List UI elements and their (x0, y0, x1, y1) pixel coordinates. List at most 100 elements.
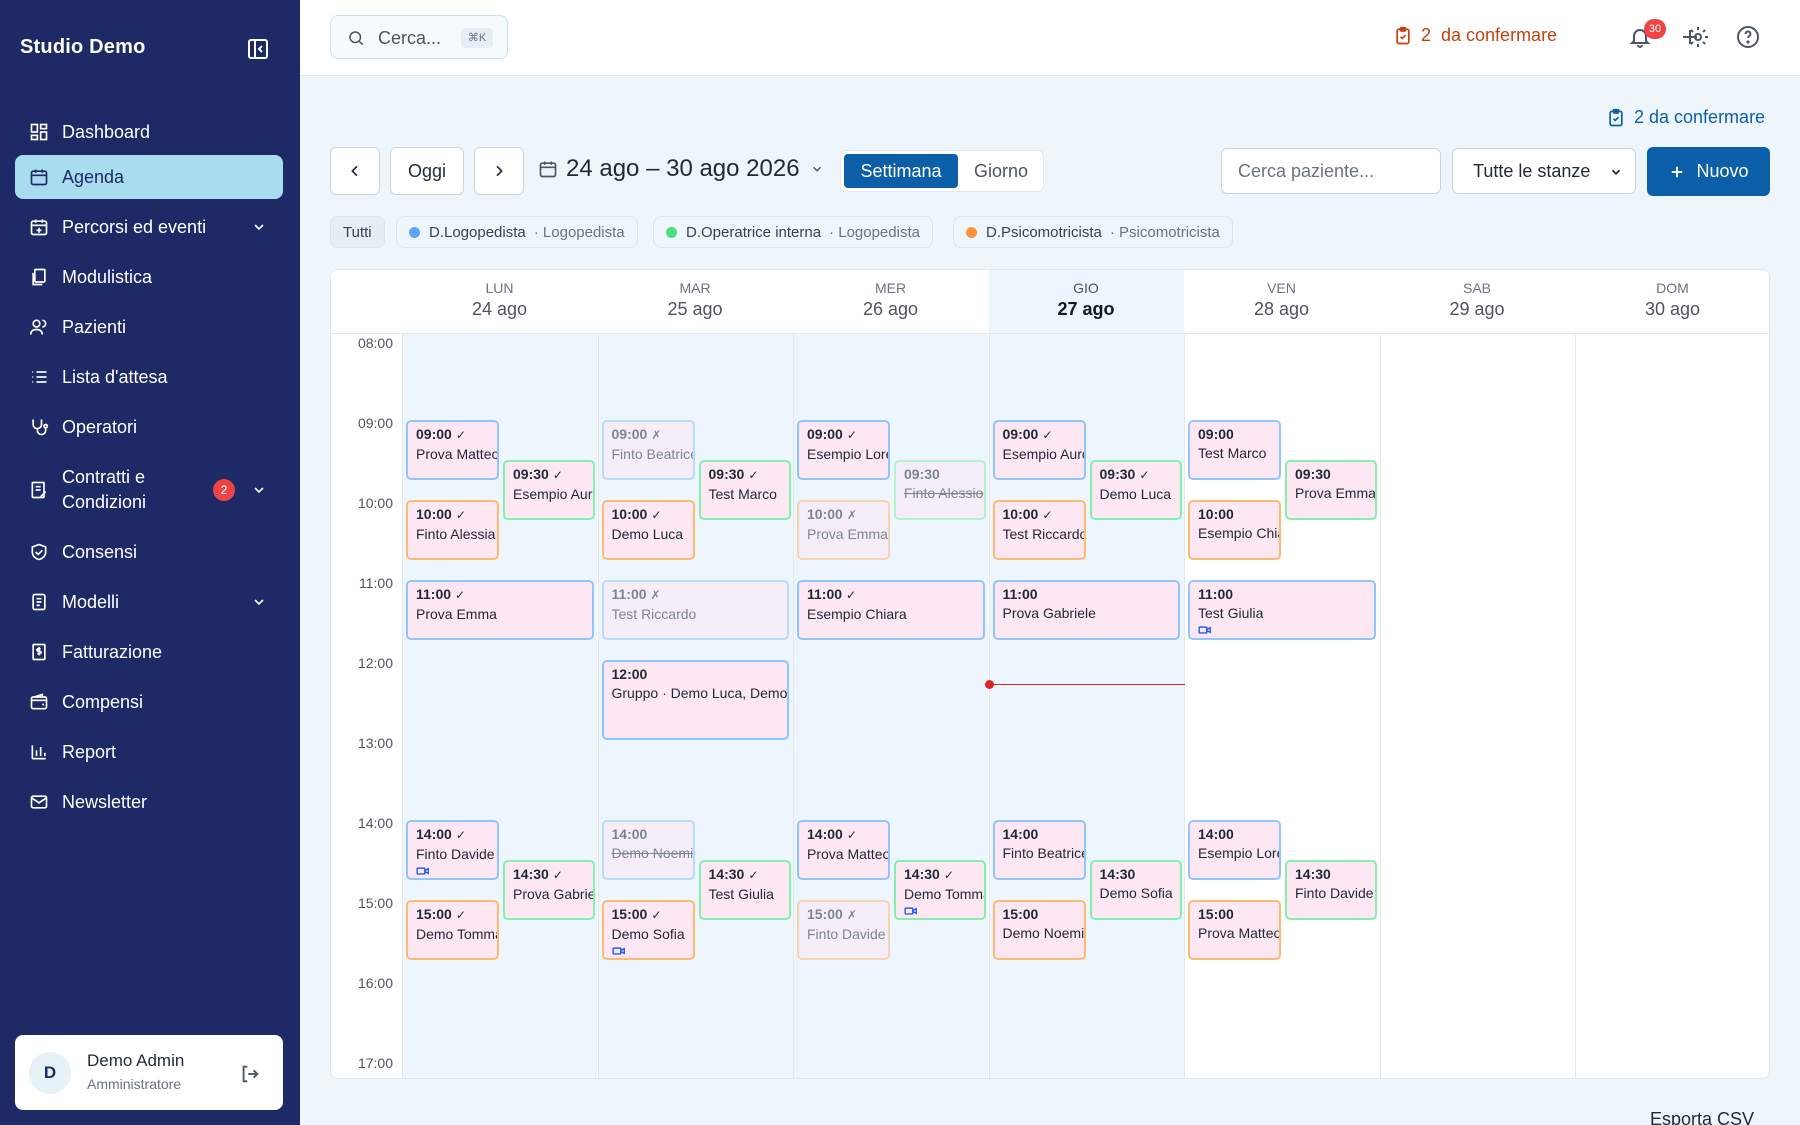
appointment-card[interactable]: 11:00 ✓ Esempio Chiara (797, 580, 985, 640)
video-call-icon (416, 867, 429, 875)
day-column[interactable] (1575, 334, 1769, 1078)
appointment-card[interactable]: 09:30 ✓ Demo Luca (1089, 460, 1182, 520)
next-week-button[interactable] (474, 147, 524, 195)
appointment-card[interactable]: 10:00 ✓ Finto Alessia (406, 500, 499, 560)
gear-icon[interactable] (1686, 25, 1710, 49)
appointment-time-row: 14:00 ✓ (807, 825, 880, 845)
plus-icon (1672, 166, 1683, 177)
view-day-button[interactable]: Giorno (961, 154, 1041, 188)
appointment-card[interactable]: 14:00 Esempio Lorenzo (1188, 820, 1281, 880)
appointment-time-row: 14:30 ✓ (513, 865, 585, 885)
appointment-card[interactable]: 14:30 Finto Davide (1285, 860, 1377, 920)
appointment-patient: Demo Luca (611, 526, 684, 542)
appointment-card[interactable]: 14:00 Demo Noemi (601, 820, 695, 880)
appointment-card[interactable]: 11:00 Prova Gabriele (992, 580, 1180, 640)
filter-all-chip[interactable]: Tutti (330, 216, 385, 248)
user-card[interactable]: D Demo Admin Amministratore (15, 1035, 283, 1110)
appointment-card[interactable]: 10:00 ✓ Test Riccardo (992, 500, 1086, 560)
appointment-card[interactable]: 10:00 ✗ Prova Emma (797, 500, 890, 560)
appointment-time: 11:00 (807, 586, 843, 602)
filter-operator-chip[interactable]: D.Logopedista · Logopedista (396, 216, 638, 248)
appointment-card[interactable]: 11:00 ✗ Test Riccardo (601, 580, 789, 640)
sidebar-item-lista-d-attesa[interactable]: Lista d'attesa (15, 355, 283, 399)
appointment-card[interactable]: 09:00 ✗ Finto Beatrice (601, 420, 695, 480)
sidebar-item-compensi[interactable]: Compensi (15, 680, 283, 724)
user-role: Amministratore (87, 1076, 182, 1092)
sidebar-item-fatturazione[interactable]: Fatturazione (15, 630, 283, 674)
appointment-card[interactable]: 10:00 ✓ Demo Luca (601, 500, 695, 560)
appointment-time-row: 14:30 ✓ (709, 865, 781, 885)
rooms-select[interactable]: Tutte le stanze (1452, 148, 1636, 194)
collapse-sidebar-icon[interactable] (246, 37, 270, 61)
help-icon[interactable] (1736, 25, 1760, 49)
appointment-time: 11:00 (1198, 586, 1234, 602)
pending-confirmations-link[interactable]: 2 da confermare (1393, 25, 1557, 46)
sidebar-item-newsletter[interactable]: Newsletter (15, 780, 283, 824)
pending-confirmations-main[interactable]: 2 da confermare (1606, 107, 1765, 128)
sidebar-item-dashboard[interactable]: Dashboard (15, 110, 283, 154)
appointment-card[interactable]: 09:00 Test Marco (1188, 420, 1281, 480)
appointment-patient: Esempio Chiara (807, 606, 907, 622)
patient-search-input[interactable]: Cerca paziente... (1221, 148, 1441, 194)
sidebar-item-percorsi-ed-eventi[interactable]: Percorsi ed eventi (15, 205, 283, 249)
appointment-time: 10:00 (611, 506, 648, 522)
appointment-time: 14:00 (416, 826, 452, 842)
view-week-button[interactable]: Settimana (844, 154, 958, 188)
sidebar-item-contratti-e-condizioni[interactable]: Contratti e Condizioni 2 (15, 462, 283, 518)
sidebar-item-consensi[interactable]: Consensi (15, 530, 283, 574)
appointment-patient: Demo Sofia (611, 926, 685, 942)
sidebar-item-agenda[interactable]: Agenda (15, 155, 283, 199)
appointment-card[interactable]: 15:00 ✓ Demo Sofia (601, 900, 695, 960)
appointment-card[interactable]: 11:00 Test Giulia (1188, 580, 1376, 640)
appointment-card[interactable]: 09:30 ✓ Test Marco (698, 460, 791, 520)
appointment-card[interactable]: 09:30 Finto Alessio (894, 460, 986, 520)
appointment-card[interactable]: 14:30✓Demo Tommaso (894, 860, 986, 920)
sidebar-item-modulistica[interactable]: Modulistica (15, 255, 283, 299)
appointment-time-row: 09:00 (1198, 425, 1271, 444)
appointment-card[interactable]: 09:30 Prova Emma (1285, 460, 1377, 520)
appointment-time-row: 09:30 (904, 465, 976, 484)
appointment-card[interactable]: 09:00 ✓ Prova Matteo (406, 420, 499, 480)
day-column[interactable] (1379, 334, 1575, 1078)
appointment-card[interactable]: 15:00 ✗ Finto Davide (797, 900, 890, 960)
new-appointment-button[interactable]: Nuovo (1647, 147, 1770, 196)
filter-operator-chip[interactable]: D.Operatrice interna · Logopedista (653, 216, 933, 248)
appointment-time: 09:30 (1099, 466, 1136, 482)
appointment-time: 09:00 (611, 426, 648, 442)
appointment-time-row: 09:30 ✓ (709, 465, 781, 485)
appointment-card[interactable]: 14:30 Demo Sofia (1089, 860, 1182, 920)
appointment-card[interactable]: 09:00✓Esempio Lorenzo (797, 420, 890, 480)
day-date: 28 ago (1253, 299, 1310, 319)
date-range-picker[interactable]: 24 ago – 30 ago 2026 (538, 155, 824, 183)
appointment-card[interactable]: 10:00 Esempio Chiara (1188, 500, 1281, 560)
appointment-card[interactable]: 15:00✓Demo Tommaso (406, 900, 499, 960)
appointment-card[interactable]: 15:00 Demo Noemi (992, 900, 1086, 960)
appointment-card[interactable]: 12:00 Gruppo · Demo Luca, Demo Sofia (601, 660, 789, 740)
appointment-card[interactable]: 14:30 ✓ Test Giulia (698, 860, 791, 920)
appointment-card[interactable]: 14:00 ✓ Finto Davide (406, 820, 499, 880)
appointment-status-mark: ✓ (455, 908, 466, 922)
appointment-card[interactable]: 15:00 Prova Matteo (1188, 900, 1281, 960)
appointment-card[interactable]: 14:30✓Prova Gabriele (503, 860, 595, 920)
export-csv-button[interactable]: Esporta CSV (1650, 1109, 1754, 1125)
prev-week-button[interactable] (330, 147, 380, 195)
sidebar-item-modelli[interactable]: Modelli (15, 580, 283, 624)
sidebar-item-operatori[interactable]: Operatori (15, 405, 283, 449)
appointment-card[interactable]: 09:30✓Esempio Aurora (503, 460, 595, 520)
appointment-patient: Prova Matteo (416, 446, 499, 462)
day-header: VEN 28 ago (1184, 270, 1379, 334)
today-button[interactable]: Oggi (390, 147, 464, 195)
sidebar-item-report[interactable]: Report (15, 730, 283, 774)
sidebar-item-pazienti[interactable]: Pazienti (15, 305, 283, 349)
global-search[interactable]: Cerca... ⌘K (330, 15, 508, 59)
day-of-week: GIO (1073, 280, 1099, 296)
sidebar-item-label: Dashboard (62, 121, 151, 142)
shield-check-icon (31, 543, 47, 561)
appointment-card[interactable]: 11:00 ✓ Prova Emma (406, 580, 594, 640)
logout-icon[interactable] (239, 1063, 261, 1085)
appointment-card[interactable]: 14:00 ✓ Prova Matteo (797, 820, 890, 880)
appointment-card[interactable]: 14:00 Finto Beatrice (992, 820, 1086, 880)
filter-operator-chip[interactable]: D.Psicomotricista · Psicomotricista (953, 216, 1233, 248)
appointment-card[interactable]: 09:00✓Esempio Aurora (992, 420, 1086, 480)
appointment-status-mark: ✓ (455, 428, 466, 442)
